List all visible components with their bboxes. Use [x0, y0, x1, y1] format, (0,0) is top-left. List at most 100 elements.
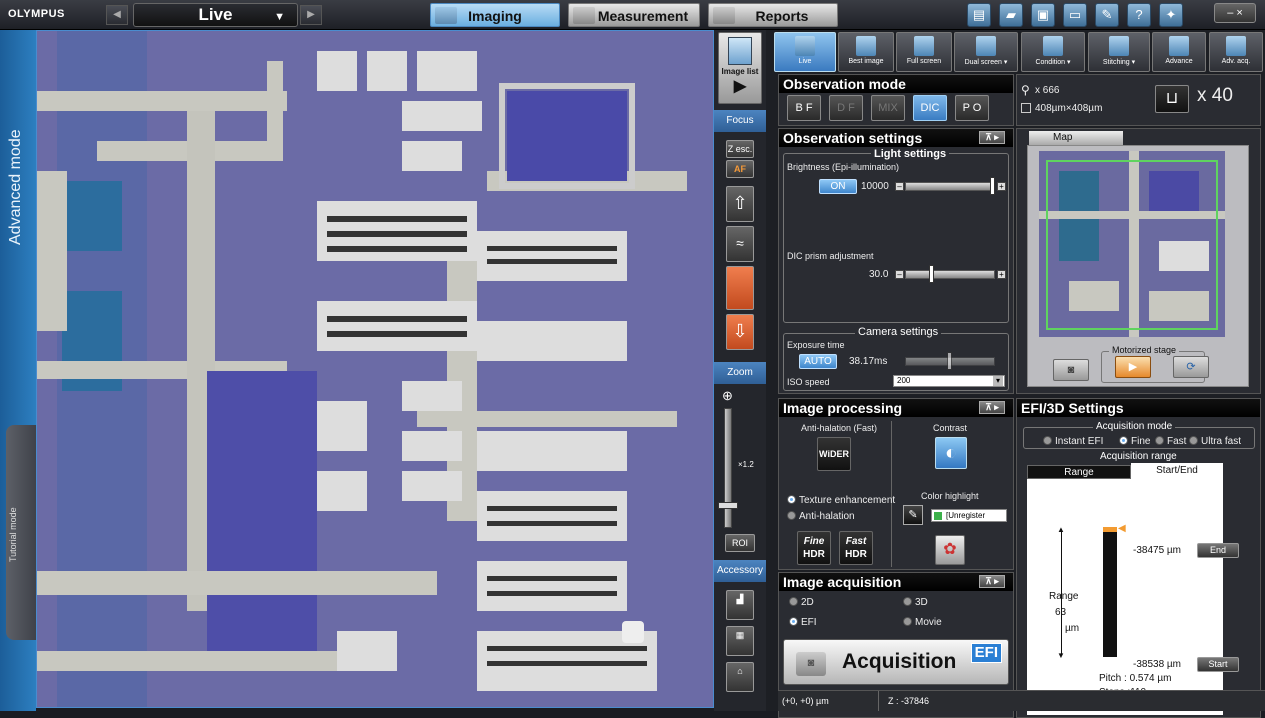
- collapse-icon[interactable]: ⊼ ▸: [979, 131, 1005, 144]
- layout-icon[interactable]: ▤: [967, 3, 991, 27]
- stage-camera-icon[interactable]: ◙: [1053, 359, 1089, 381]
- live-button[interactable]: Live: [774, 32, 836, 72]
- dual-screen-button[interactable]: Dual screen ▾: [954, 32, 1018, 72]
- back-arrow-icon[interactable]: ◀: [106, 5, 128, 25]
- dic-slider[interactable]: [905, 270, 995, 279]
- acq-efi-option[interactable]: EFI: [789, 617, 817, 628]
- brightness-minus-icon[interactable]: –: [895, 182, 904, 191]
- collapse-icon[interactable]: ⊼ ▸: [979, 401, 1005, 414]
- advanced-mode-label[interactable]: Advanced mode: [7, 129, 27, 245]
- collapse-icon[interactable]: ⊼ ▸: [979, 575, 1005, 588]
- tab-imaging[interactable]: Imaging: [430, 3, 560, 27]
- bf-button[interactable]: B F: [787, 95, 821, 121]
- exposure-auto-button[interactable]: AUTO: [799, 354, 837, 369]
- minimize-button[interactable]: –: [1227, 7, 1233, 19]
- dic-button[interactable]: DIC: [913, 95, 947, 121]
- dic-minus-icon[interactable]: –: [895, 270, 904, 279]
- stage-refresh-icon[interactable]: ⟳: [1173, 356, 1209, 378]
- live-image-view[interactable]: [36, 30, 714, 708]
- exposure-slider-thumb[interactable]: [947, 352, 952, 370]
- reports-icon: [713, 7, 735, 24]
- anti-halation-option[interactable]: Anti-halation: [787, 511, 855, 522]
- tab-reports[interactable]: Reports: [708, 3, 838, 27]
- dic-plus-icon[interactable]: +: [997, 270, 1006, 279]
- accessory-3-icon[interactable]: ⌂: [726, 662, 754, 692]
- mode-fast-label: Fast: [1167, 436, 1187, 447]
- image-list-button[interactable]: Image list ▶: [718, 32, 762, 104]
- acq-2d-option[interactable]: 2D: [789, 597, 814, 608]
- mode-ultra-fast[interactable]: Ultra fast: [1189, 436, 1241, 447]
- brightness-slider-thumb[interactable]: [990, 177, 995, 195]
- zoom-in-icon[interactable]: ⊕: [722, 388, 733, 404]
- eyedropper-icon[interactable]: ✎: [903, 505, 923, 525]
- stage-play-icon[interactable]: ▶: [1115, 356, 1151, 378]
- tab-measurement[interactable]: Measurement: [568, 3, 700, 27]
- dic-slider-thumb[interactable]: [929, 265, 934, 283]
- mode-fine[interactable]: Fine: [1119, 436, 1150, 447]
- mix-button[interactable]: MIX: [871, 95, 905, 121]
- start-value: -38538 µm: [1133, 659, 1182, 670]
- po-button[interactable]: P O: [955, 95, 989, 121]
- map-tab[interactable]: Map: [1029, 131, 1123, 145]
- zoom-slider[interactable]: [724, 408, 732, 528]
- adv-acq-button[interactable]: Adv. acq.: [1209, 32, 1263, 72]
- light-on-button[interactable]: ON: [819, 179, 857, 194]
- image-list-label: Image list: [721, 67, 759, 76]
- acq-movie-option[interactable]: Movie: [903, 617, 942, 628]
- tab-range[interactable]: Range: [1027, 465, 1131, 479]
- df-button[interactable]: D F: [829, 95, 863, 121]
- end-button[interactable]: End: [1197, 543, 1239, 558]
- advance-button[interactable]: Advance: [1152, 32, 1206, 72]
- contrast-icon[interactable]: ◐: [935, 437, 967, 469]
- window-controls[interactable]: – ×: [1214, 3, 1256, 23]
- brightness-slider[interactable]: [905, 182, 995, 191]
- condition-button[interactable]: Condition ▾: [1021, 32, 1085, 72]
- zoom-slider-thumb[interactable]: [718, 502, 738, 509]
- z-esc-button[interactable]: Z esc.: [726, 140, 754, 158]
- tools-icon[interactable]: ✎: [1095, 3, 1119, 27]
- acquisition-button[interactable]: ◙ Acquisition EFI: [783, 639, 1009, 685]
- acq-3d-option[interactable]: 3D: [903, 597, 928, 608]
- stitching-button[interactable]: Stitching ▾: [1088, 32, 1150, 72]
- mode-fast[interactable]: Fast: [1155, 436, 1186, 447]
- play-icon[interactable]: ▶: [719, 76, 761, 96]
- texture-enhancement-option[interactable]: Texture enhancement: [787, 495, 895, 506]
- objective-icon[interactable]: ⊔: [1155, 85, 1189, 113]
- image-list-icon: [728, 37, 752, 65]
- help-icon[interactable]: ?: [1127, 3, 1151, 27]
- close-button[interactable]: ×: [1236, 7, 1242, 19]
- folder-icon[interactable]: ▰: [999, 3, 1023, 27]
- accessory-2-icon[interactable]: ▦: [726, 626, 754, 656]
- radio-on-icon: [789, 617, 798, 626]
- best-image-button[interactable]: Best image: [838, 32, 894, 72]
- accessory-1-icon[interactable]: ▟: [726, 590, 754, 620]
- forward-arrow-icon[interactable]: ▶: [300, 5, 322, 25]
- mode-instant-efi[interactable]: Instant EFI: [1043, 436, 1103, 447]
- live-select[interactable]: Live ▼: [133, 3, 298, 27]
- tab-start-end[interactable]: Start/End: [1131, 463, 1223, 479]
- image-acquisition-title-text: Image acquisition: [783, 574, 902, 590]
- full-screen-button[interactable]: Full screen: [896, 32, 952, 72]
- print-icon[interactable]: ▭: [1063, 3, 1087, 27]
- fast-hdr-button[interactable]: Fast HDR: [839, 531, 873, 565]
- focus-coarse-button[interactable]: [726, 266, 754, 310]
- key-icon[interactable]: ✦: [1159, 3, 1183, 27]
- wider-button[interactable]: WiDER: [817, 437, 851, 471]
- focus-up-icon[interactable]: ⇧: [726, 186, 754, 222]
- dic-prism-value: 30.0: [869, 269, 889, 280]
- focus-down-icon[interactable]: ⇩: [726, 314, 754, 350]
- roi-button[interactable]: ROI: [725, 534, 755, 552]
- tutorial-mode-label[interactable]: Tutorial mode: [8, 472, 22, 562]
- autofocus-button[interactable]: AF: [726, 160, 754, 178]
- save-icon[interactable]: ▣: [1031, 3, 1055, 27]
- iso-select[interactable]: 200 ▾: [893, 375, 1005, 387]
- fine-hdr-button[interactable]: Fine HDR: [797, 531, 831, 565]
- map-thumbnail[interactable]: [1039, 151, 1225, 337]
- brightness-plus-icon[interactable]: +: [997, 182, 1006, 191]
- start-button[interactable]: Start: [1197, 657, 1239, 672]
- color-palette-icon[interactable]: ✿: [935, 535, 965, 565]
- chevron-down-icon: ▼: [274, 11, 285, 23]
- focus-fine-icon[interactable]: ≈: [726, 226, 754, 262]
- field-checkbox[interactable]: [1021, 103, 1031, 113]
- color-highlight-select[interactable]: [Unregister: [931, 509, 1007, 522]
